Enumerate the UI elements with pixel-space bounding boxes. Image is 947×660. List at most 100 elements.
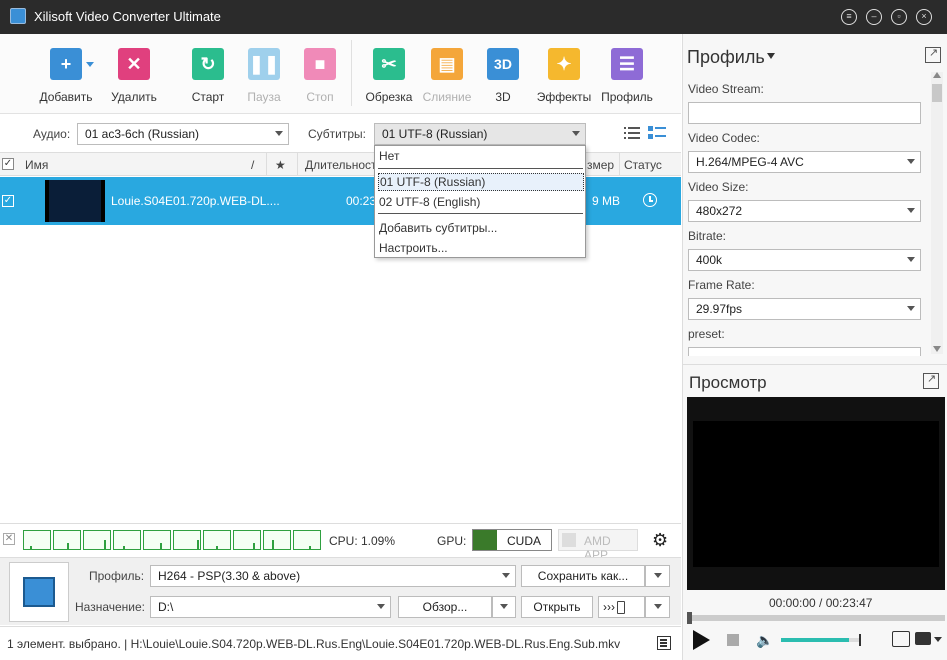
- select-all-checkbox[interactable]: ✓: [2, 158, 14, 170]
- transfer-device-button[interactable]: ›››: [598, 596, 645, 618]
- toolbar: + Добавить ✕ Удалить ↻ Старт ❚❚ Пауза ■ …: [0, 34, 681, 114]
- scrollbar[interactable]: [931, 72, 943, 354]
- cpu-graph: [233, 530, 261, 550]
- film-icon: [23, 577, 55, 607]
- chevron-down-icon: [572, 131, 580, 136]
- file-size: 9 MB: [592, 194, 621, 208]
- save-as-dropdown[interactable]: [645, 565, 670, 587]
- delete-button[interactable]: ✕ Удалить: [103, 48, 165, 104]
- dropdown-item-english[interactable]: 02 UTF-8 (English): [378, 195, 583, 209]
- volume-handle[interactable]: [859, 634, 861, 646]
- column-status[interactable]: Статус: [624, 158, 662, 172]
- cpu-graph: [23, 530, 51, 550]
- volume-icon[interactable]: 🔈: [756, 632, 773, 649]
- log-icon[interactable]: [657, 636, 671, 650]
- seek-bar[interactable]: [687, 612, 945, 624]
- video-codec-select[interactable]: H.264/MPEG-4 AVC: [688, 151, 921, 173]
- column-size[interactable]: змер: [587, 158, 614, 172]
- trim-button[interactable]: ✂ Обрезка: [358, 48, 420, 104]
- clock-icon: [643, 193, 657, 207]
- 3d-button[interactable]: 3D 3D: [472, 48, 534, 104]
- add-button[interactable]: + Добавить: [35, 48, 97, 104]
- preset-select[interactable]: [688, 347, 921, 356]
- video-size-label: Video Size:: [688, 180, 749, 194]
- chevron-down-icon: [377, 604, 385, 609]
- chevron-down-icon: [654, 604, 662, 609]
- minimize-icon[interactable]: –: [866, 9, 882, 25]
- dropdown-item-russian[interactable]: 01 UTF-8 (Russian): [378, 173, 584, 191]
- preview-title: Просмотр: [689, 373, 767, 392]
- close-icon[interactable]: ×: [916, 9, 932, 25]
- dropdown-item-add-subtitles[interactable]: Добавить субтитры...: [378, 221, 583, 235]
- detail-view-icon[interactable]: [648, 126, 666, 140]
- scroll-down-icon[interactable]: [933, 346, 941, 352]
- dropdown-separator: [378, 213, 583, 214]
- gear-icon[interactable]: ⚙: [652, 531, 670, 549]
- row-checkbox[interactable]: ✓: [2, 195, 14, 207]
- video-size-select[interactable]: 480x272: [688, 200, 921, 222]
- profile-select[interactable]: H264 - PSP(3.30 & above): [150, 565, 516, 587]
- cpu-status-bar: ✕ CPU: 1.09% GPU: CUDA AMD APP ⚙: [0, 523, 681, 562]
- start-button[interactable]: ↻ Старт: [177, 48, 239, 104]
- add-icon: +: [50, 48, 82, 80]
- dropdown-item-configure[interactable]: Настроить...: [378, 241, 583, 255]
- column-duration[interactable]: Длительност: [305, 158, 377, 172]
- scroll-thumb[interactable]: [932, 84, 942, 102]
- stop-playback-icon[interactable]: [727, 634, 739, 646]
- close-graph-icon[interactable]: ✕: [3, 533, 15, 545]
- frame-rate-select[interactable]: 29.97fps: [688, 298, 921, 320]
- bitrate-select[interactable]: 400k: [688, 249, 921, 271]
- column-star[interactable]: ★: [275, 158, 286, 172]
- volume-level: [781, 638, 849, 642]
- profile-thumbnail[interactable]: [9, 562, 69, 622]
- cpu-graph: [173, 530, 201, 550]
- add-dropdown-arrow-icon[interactable]: [86, 62, 94, 67]
- video-frame: [693, 421, 939, 567]
- pause-button[interactable]: ❚❚ Пауза: [233, 48, 295, 104]
- file-duration: 00:23: [346, 194, 377, 208]
- subtitles-select[interactable]: 01 UTF-8 (Russian): [374, 123, 586, 145]
- menu-icon[interactable]: ≡: [841, 9, 857, 25]
- magic-wand-icon: ✦: [548, 48, 580, 80]
- nvidia-icon: [473, 530, 497, 550]
- 3d-icon: 3D: [487, 48, 519, 80]
- scroll-up-icon[interactable]: [933, 72, 941, 78]
- restore-icon[interactable]: ▫: [891, 9, 907, 25]
- volume-slider[interactable]: [781, 634, 861, 646]
- camera-icon[interactable]: [915, 632, 931, 645]
- browse-dropdown[interactable]: [492, 596, 516, 618]
- save-as-button[interactable]: Сохранить как...: [521, 565, 645, 587]
- audio-select[interactable]: 01 ac3-6ch (Russian): [77, 123, 289, 145]
- chevron-down-icon: [907, 208, 915, 213]
- chevron-down-icon[interactable]: [767, 53, 775, 59]
- cpu-graph-spike: [30, 546, 32, 549]
- expand-icon[interactable]: ↗: [925, 47, 941, 63]
- stop-button[interactable]: ■ Стоп: [289, 48, 351, 104]
- video-thumbnail: [45, 180, 105, 222]
- dropdown-item-none[interactable]: Нет: [378, 149, 583, 163]
- seek-handle[interactable]: [687, 612, 692, 624]
- merge-button[interactable]: ▤ Слияние: [416, 48, 478, 104]
- open-button[interactable]: Открыть: [521, 596, 593, 618]
- amd-app-button[interactable]: AMD APP: [558, 529, 638, 562]
- column-divider: [266, 153, 267, 175]
- browse-button[interactable]: Обзор...: [398, 596, 492, 618]
- cpu-graph: [83, 530, 111, 550]
- snapshot-settings-icon[interactable]: [892, 631, 910, 647]
- cuda-button[interactable]: CUDA: [472, 529, 552, 551]
- chevron-down-icon[interactable]: [934, 637, 942, 642]
- cpu-graph-spike: [309, 546, 311, 549]
- profile-panel-title[interactable]: Профиль: [687, 47, 765, 68]
- cpu-graph: [263, 530, 291, 550]
- profile-button[interactable]: ☰ Профиль: [596, 48, 658, 104]
- transfer-dropdown[interactable]: [645, 596, 670, 618]
- video-stream-label: Video Stream:: [688, 82, 764, 96]
- list-view-icon[interactable]: [624, 126, 640, 140]
- video-stream-field[interactable]: [688, 102, 921, 124]
- play-icon[interactable]: [693, 630, 710, 650]
- chevron-down-icon: [502, 573, 510, 578]
- destination-select[interactable]: D:\: [150, 596, 391, 618]
- column-name[interactable]: Имя: [25, 158, 48, 172]
- effects-button[interactable]: ✦ Эффекты: [533, 48, 595, 104]
- expand-preview-icon[interactable]: ↗: [923, 373, 939, 389]
